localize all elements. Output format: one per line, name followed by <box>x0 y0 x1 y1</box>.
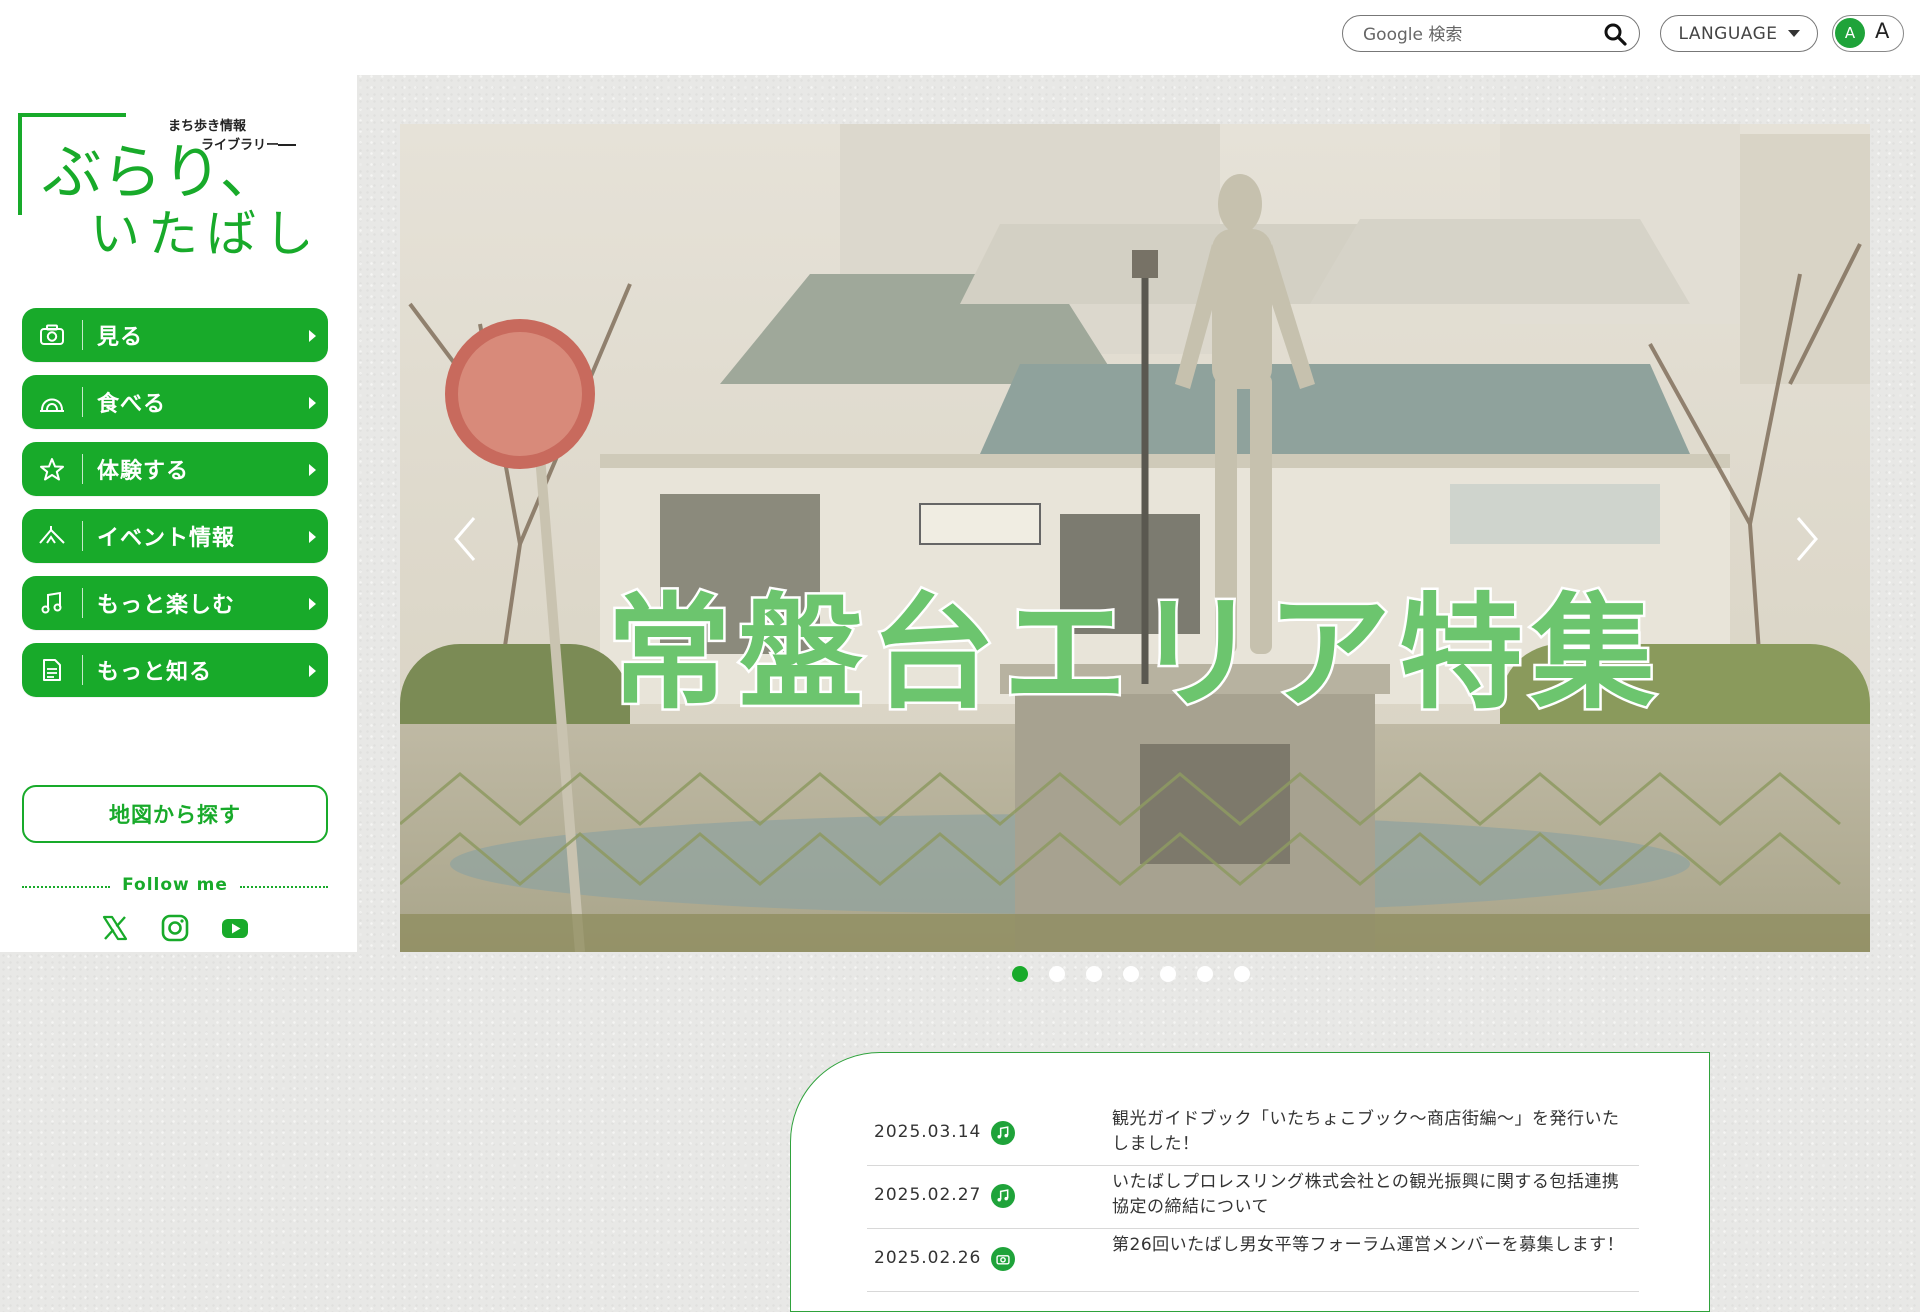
sidebar: まち歩き情報 ライブラリー ぶらり、 いたばし 見る 食べる 体験する イベント… <box>0 75 357 952</box>
menu-item-label: もっと知る <box>97 660 213 685</box>
camera-icon <box>34 317 70 353</box>
news-date: 2025.02.26 <box>874 1248 982 1268</box>
chevron-right-icon[interactable] <box>1792 514 1822 564</box>
chevron-right-icon <box>309 330 316 342</box>
news-panel: 2025.03.14 観光ガイドブック「いたちょこブック〜商店街編〜」を発行いた… <box>790 1052 1710 1312</box>
menu-item-experience[interactable]: 体験する <box>22 442 328 496</box>
logo-tagline-1: まち歩き情報 <box>168 118 247 134</box>
menu-separator <box>82 454 83 484</box>
dotted-divider <box>240 886 328 888</box>
hero-title[interactable]: 常盤台エリア特集 <box>400 552 1870 732</box>
slider-dot[interactable] <box>1086 966 1102 982</box>
x-icon[interactable] <box>100 913 130 943</box>
top-bar: LANGUAGE A A <box>0 0 1920 75</box>
news-item[interactable]: 2025.02.27 いたばしプロレスリング株式会社との観光振興に関する包括連携… <box>867 1166 1639 1229</box>
language-label: LANGUAGE <box>1678 23 1778 44</box>
chevron-left-icon[interactable] <box>450 514 480 564</box>
news-list: 2025.03.14 観光ガイドブック「いたちょこブック〜商店街編〜」を発行いた… <box>867 1103 1639 1292</box>
logo-name-line2: いたばし <box>90 205 308 263</box>
music-note-icon <box>34 585 70 621</box>
music-note-icon <box>991 1121 1015 1145</box>
news-date: 2025.03.14 <box>874 1122 982 1142</box>
slider-dot[interactable] <box>1160 966 1176 982</box>
instagram-icon[interactable] <box>160 913 190 943</box>
chevron-right-icon <box>309 531 316 543</box>
menu-item-label: イベント情報 <box>97 526 236 551</box>
menu-separator <box>82 521 83 551</box>
menu-item-label: もっと楽しむ <box>97 593 236 618</box>
search-box[interactable] <box>1342 15 1640 52</box>
menu-item-eat[interactable]: 食べる <box>22 375 328 429</box>
font-size-large-button[interactable]: A <box>1875 19 1889 43</box>
document-icon <box>34 652 70 688</box>
menu-separator <box>82 320 83 350</box>
star-icon <box>34 451 70 487</box>
chevron-right-icon <box>309 665 316 677</box>
slider-dot[interactable] <box>1234 966 1250 982</box>
chevron-right-icon <box>309 598 316 610</box>
news-date: 2025.02.27 <box>874 1185 982 1205</box>
news-title[interactable]: 第26回いたばし男女平等フォーラム運営メンバーを募集します！ <box>1112 1233 1632 1258</box>
menu-separator <box>82 387 83 417</box>
youtube-icon[interactable] <box>220 913 250 943</box>
menu-item-label: 見る <box>97 325 144 350</box>
chevron-right-icon <box>309 397 316 409</box>
search-icon[interactable] <box>1603 22 1627 46</box>
main-menu: 見る 食べる 体験する イベント情報 もっと楽しむ もっと知る <box>22 308 328 710</box>
menu-item-events[interactable]: イベント情報 <box>22 509 328 563</box>
tent-icon <box>34 518 70 554</box>
menu-item-label: 食べる <box>97 392 167 417</box>
search-input[interactable] <box>1361 24 1595 46</box>
slider-dot[interactable] <box>1197 966 1213 982</box>
slider-dot[interactable] <box>1123 966 1139 982</box>
menu-item-know-more[interactable]: もっと知る <box>22 643 328 697</box>
follow-me-heading: Follow me <box>22 875 328 899</box>
menu-item-label: 体験する <box>97 459 190 484</box>
news-item[interactable]: 2025.02.26 第26回いたばし男女平等フォーラム運営メンバーを募集します… <box>867 1229 1639 1292</box>
menu-item-see[interactable]: 見る <box>22 308 328 362</box>
chevron-right-icon <box>309 464 316 476</box>
menu-separator <box>82 588 83 618</box>
follow-me-label: Follow me <box>122 875 228 895</box>
hero-slider: 常盤台エリア特集 <box>400 124 1870 952</box>
social-links <box>100 913 260 943</box>
site-logo[interactable]: まち歩き情報 ライブラリー ぶらり、 いたばし <box>18 93 308 263</box>
language-selector[interactable]: LANGUAGE <box>1660 15 1818 52</box>
menu-item-enjoy-more[interactable]: もっと楽しむ <box>22 576 328 630</box>
slider-dot[interactable] <box>1012 966 1028 982</box>
news-item[interactable]: 2025.03.14 観光ガイドブック「いたちょこブック〜商店街編〜」を発行いた… <box>867 1103 1639 1166</box>
news-title[interactable]: 観光ガイドブック「いたちょこブック〜商店街編〜」を発行いたしました！ <box>1112 1107 1632 1157</box>
slider-pagination <box>1012 966 1250 982</box>
caret-down-icon <box>1787 30 1800 37</box>
font-size-small-button[interactable]: A <box>1835 18 1865 48</box>
news-title[interactable]: いたばしプロレスリング株式会社との観光振興に関する包括連携協定の締結について <box>1112 1170 1632 1220</box>
dome-icon <box>34 384 70 420</box>
logo-name-line1: ぶらり、 <box>42 138 280 208</box>
music-note-icon <box>991 1184 1015 1208</box>
search-by-map-button[interactable]: 地図から探す <box>22 785 328 843</box>
camera-icon <box>991 1247 1015 1271</box>
menu-separator <box>82 655 83 685</box>
font-size-toggle: A A <box>1832 15 1904 52</box>
slider-dot[interactable] <box>1049 966 1065 982</box>
hero-image <box>400 124 1870 952</box>
